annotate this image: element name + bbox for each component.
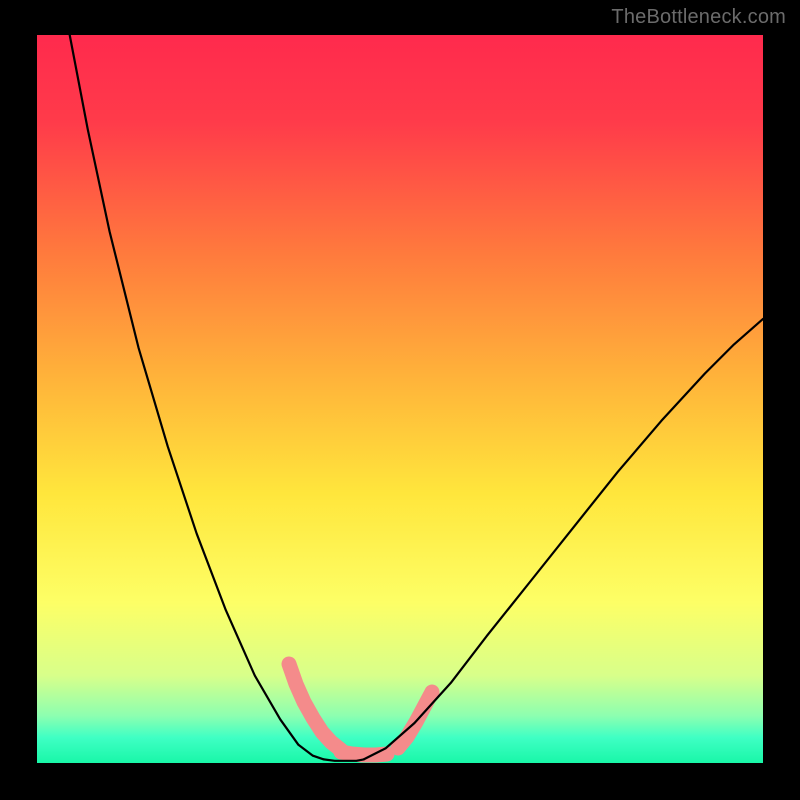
watermark-text: TheBottleneck.com (611, 6, 786, 29)
valley-floor-highlight (341, 752, 387, 755)
bottleneck-chart (0, 0, 800, 800)
chart-stage: TheBottleneck.com (0, 0, 800, 800)
